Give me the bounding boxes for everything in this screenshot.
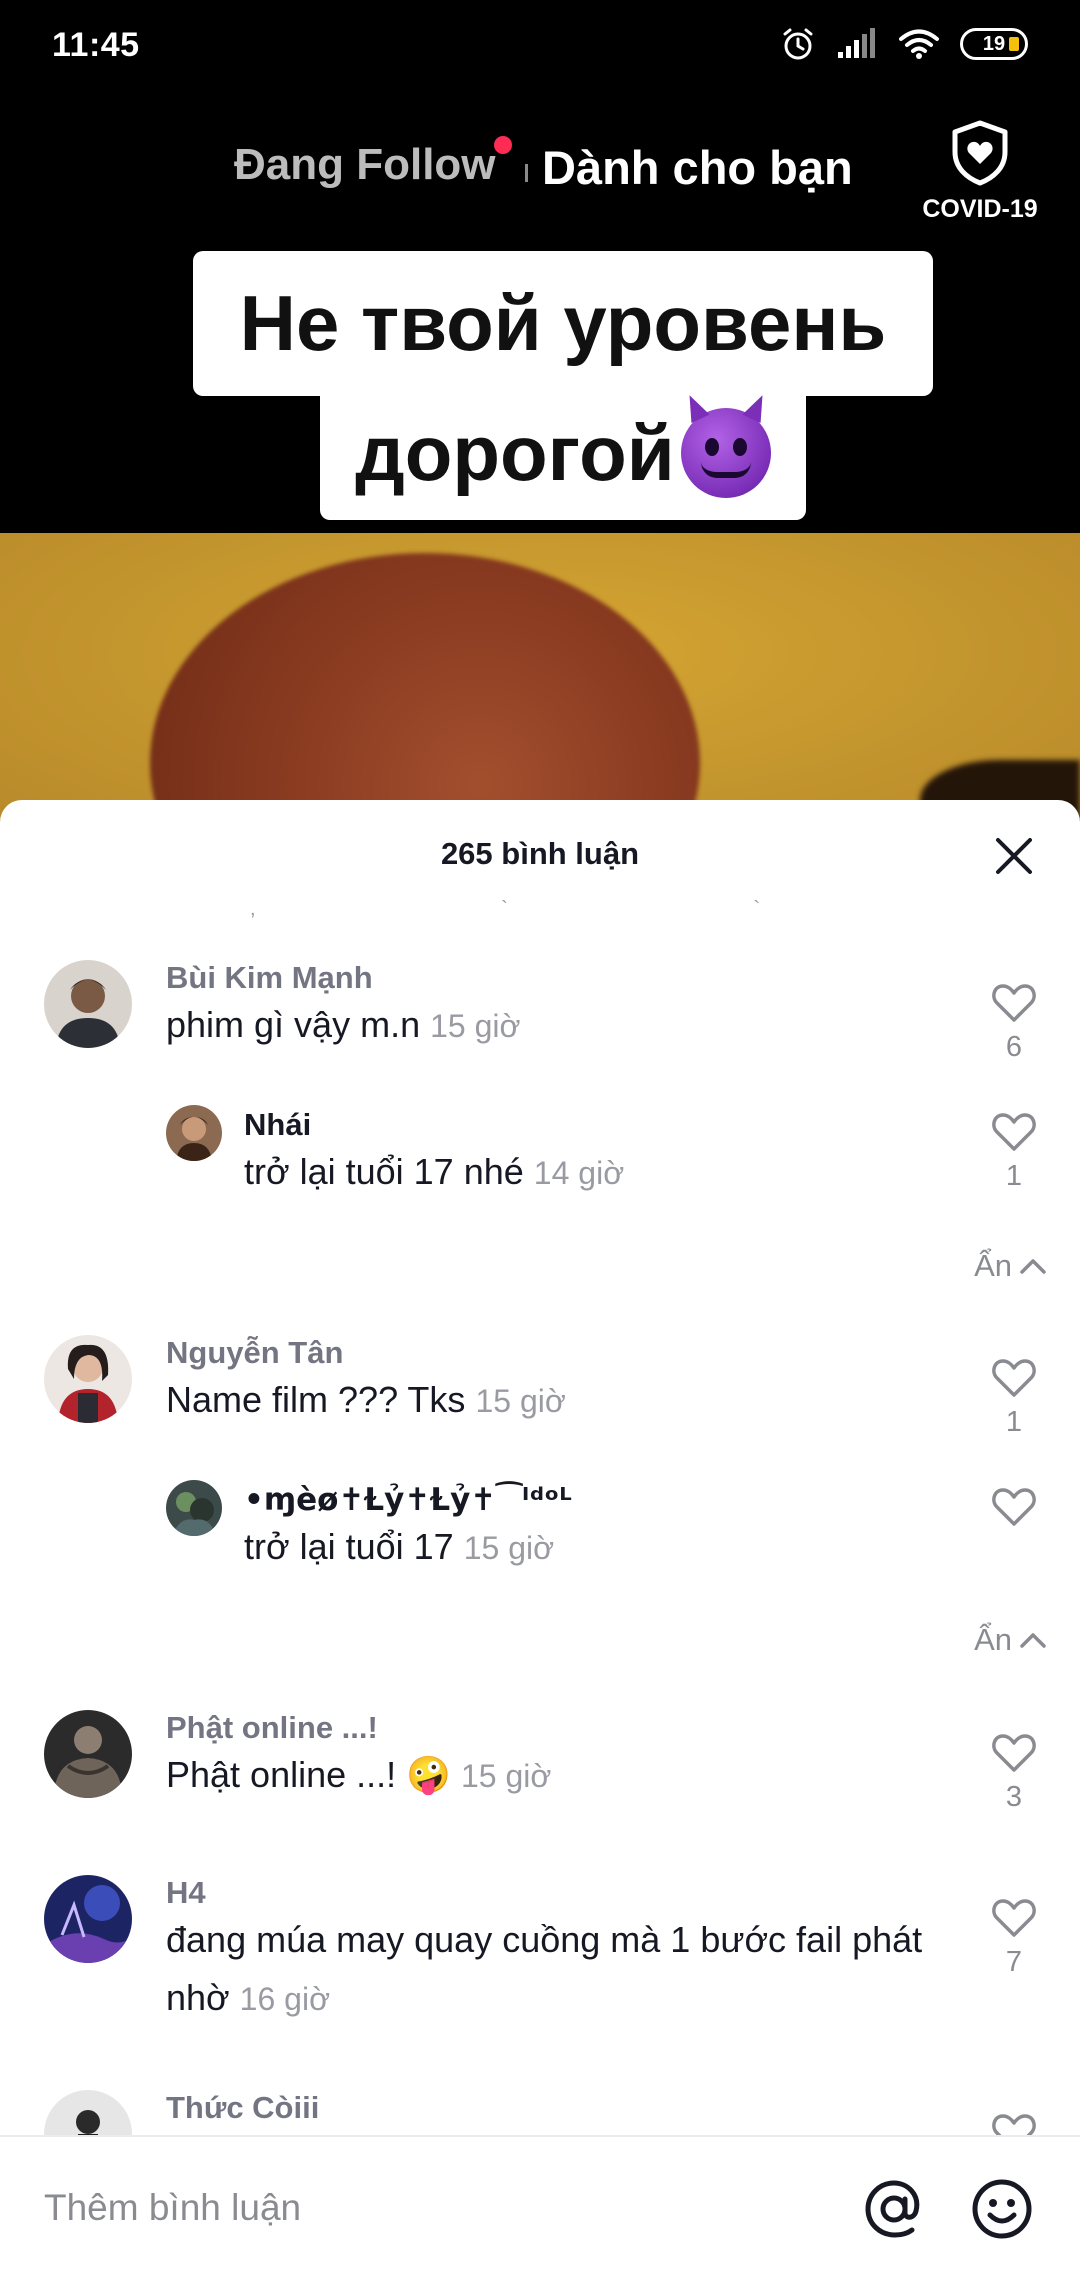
heart-icon [992, 1899, 1036, 1937]
reply-body: trở lại tuổi 17 nhé [244, 1151, 524, 1192]
comment-username[interactable]: Phật online ...! [166, 1710, 378, 1746]
reply-text: trở lại tuổi 17 nhé 14 giờ [244, 1143, 1004, 1202]
battery-level: 19 [982, 32, 1006, 55]
heart-icon [992, 1488, 1036, 1526]
notification-dot [494, 136, 512, 154]
signal-icon [838, 28, 875, 58]
alarm-icon [783, 28, 813, 60]
tab-separator [525, 164, 528, 182]
reply-time: 15 giờ [463, 1530, 555, 1566]
close-icon[interactable] [992, 834, 1036, 878]
status-bar: 11:45 19 [0, 0, 1080, 96]
mention-icon[interactable] [862, 2177, 926, 2241]
smiling-devil-emoji-icon [680, 408, 771, 498]
reply-time: 14 giờ [533, 1155, 625, 1191]
hide-label: Ẩn [974, 1248, 1012, 1283]
like-button[interactable]: 3 [990, 1732, 1038, 1814]
avatar[interactable] [166, 1105, 222, 1161]
wifi-icon [899, 29, 939, 59]
caption-line1-text: Не твой уровень [239, 279, 887, 367]
comment-username[interactable]: H4 [166, 1875, 206, 1911]
like-count: 7 [1005, 1946, 1023, 1978]
covid-label: COVID-19 [922, 195, 1038, 223]
heart-icon [992, 1359, 1036, 1397]
heart-icon [992, 1734, 1036, 1772]
caption-line2-text: дорогой [355, 408, 675, 497]
comments-sheet: 265 bình luận , ` ` Bùi Kim Mạnh phim gì… [0, 800, 1080, 2280]
heart-icon [992, 984, 1036, 1022]
like-button[interactable]: 6 [990, 982, 1038, 1064]
chevron-up-icon [1020, 1633, 1046, 1648]
scrolled-text-remnant: , ` ` [250, 898, 880, 920]
reply-username[interactable]: Nhái [244, 1107, 311, 1143]
avatar[interactable] [44, 960, 132, 1048]
hide-replies-button[interactable]: Ẩn [974, 1622, 1048, 1658]
comment-input-bar: Thêm bình luận [0, 2135, 1080, 2280]
reply-body: trở lại tuổi 17 [244, 1526, 454, 1567]
hide-replies-button[interactable]: Ẩn [974, 1248, 1048, 1284]
comment-time: 15 giờ [430, 1008, 521, 1044]
heart-icon [992, 1113, 1036, 1151]
like-count: 1 [1005, 1160, 1023, 1192]
comment-time: 15 giờ [461, 1758, 552, 1794]
comment-body: phim gì vậy m.n [166, 1004, 421, 1045]
like-button[interactable]: 1 [990, 1357, 1038, 1439]
comment-time: 15 giờ [475, 1383, 566, 1419]
comment-body: Phật online ...! 🤪 [166, 1754, 451, 1795]
tab-for-you[interactable]: Dành cho bạn [542, 140, 853, 195]
comment-username[interactable]: Thức Còiii [166, 2090, 319, 2126]
comments-header: 265 bình luận , ` ` [0, 800, 1080, 920]
like-count: 3 [1005, 1781, 1023, 1813]
avatar[interactable] [44, 1710, 132, 1798]
hide-label: Ẩn [974, 1622, 1012, 1657]
comment-input[interactable]: Thêm bình luận [44, 2187, 301, 2229]
comment-time: 16 giờ [239, 1981, 331, 2017]
caption-sticker-line2: дорогой [320, 386, 806, 520]
status-time: 11:45 [52, 26, 140, 64]
comment-text: Phật online ...! 🤪 15 giờ [166, 1746, 926, 1805]
like-count: 1 [1005, 1406, 1023, 1438]
comment-username[interactable]: Bùi Kim Mạnh [166, 960, 373, 996]
battery-icon: 19 [960, 28, 1028, 60]
reply-username[interactable]: •ɱèø✝Ɫỷ✝Ɫỷ✝⁀ᴵᵈᵒᴸ [244, 1482, 572, 1518]
comment-text: Name film ??? Tks 15 giờ [166, 1371, 926, 1430]
chevron-up-icon [1020, 1259, 1046, 1274]
comment-text: phim gì vậy m.n 15 giờ [166, 996, 926, 1055]
like-button[interactable]: 1 [990, 1111, 1038, 1193]
emoji-icon[interactable] [970, 2177, 1034, 2241]
like-button[interactable]: 7 [990, 1897, 1038, 1979]
like-button[interactable] [990, 1486, 1038, 1533]
comment-username[interactable]: Nguyễn Tân [166, 1335, 343, 1371]
like-count: 6 [1005, 1031, 1023, 1063]
tab-following[interactable]: Đang Follow [234, 140, 496, 190]
comment-text: đang múa may quay cuồng mà 1 bước fail p… [166, 1911, 926, 2028]
comment-count: 265 bình luận [440, 836, 640, 871]
comment-body: Name film ??? Tks [166, 1379, 466, 1420]
avatar[interactable] [166, 1480, 222, 1536]
reply-text: trở lại tuổi 17 15 giờ [244, 1518, 1004, 1577]
avatar[interactable] [44, 1335, 132, 1423]
shield-heart-icon [952, 120, 1008, 186]
caption-sticker-line1: Не твой уровень [193, 251, 933, 396]
covid-button[interactable]: COVID-19 [915, 120, 1045, 223]
status-icons: 19 [780, 26, 1028, 62]
avatar[interactable] [44, 1875, 132, 1963]
